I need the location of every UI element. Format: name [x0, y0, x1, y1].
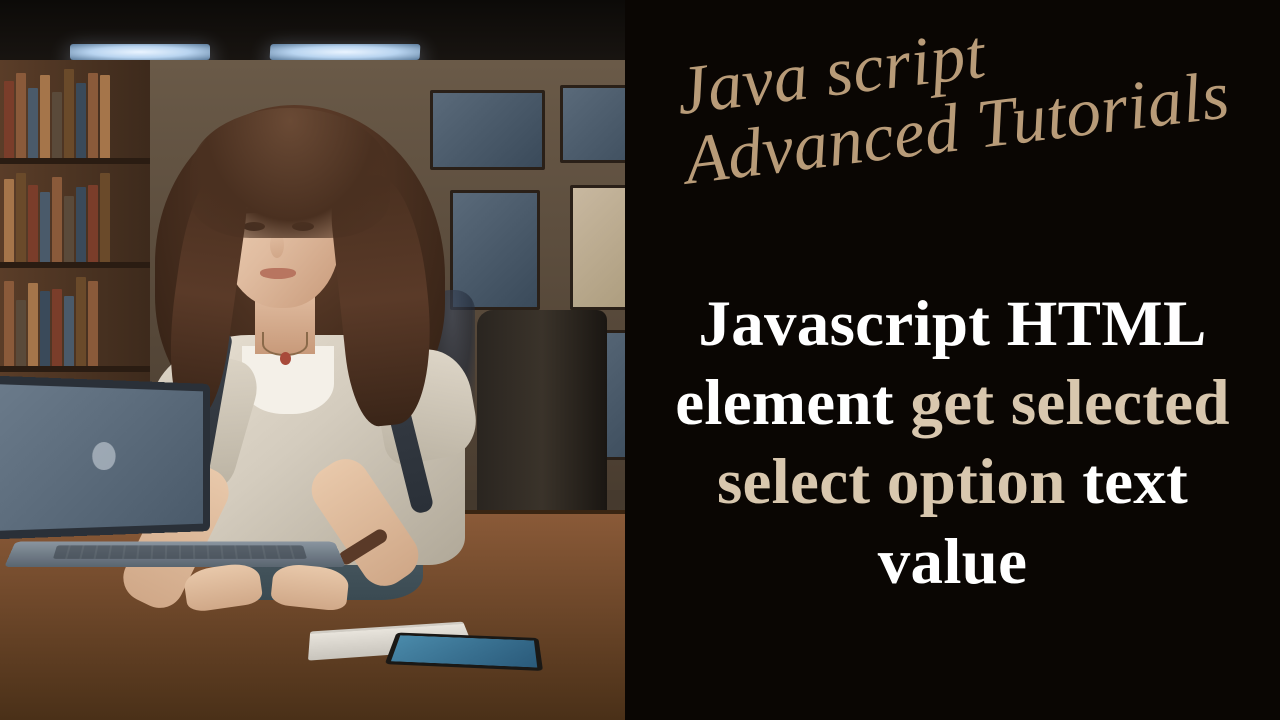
ceiling-light [270, 44, 421, 60]
series-title: Java script Advanced Tutorials [672, 0, 1250, 196]
apple-logo-icon [92, 442, 115, 470]
hair [190, 108, 390, 238]
wall-frame [560, 85, 625, 163]
thumbnail-illustration [0, 0, 625, 720]
wall-frame [570, 185, 625, 310]
ceiling-light [70, 44, 210, 60]
pendant [280, 352, 291, 365]
title-panel: Java script Advanced Tutorials Javascrip… [625, 0, 1280, 720]
video-title: Javascript HTML element get selected sel… [659, 285, 1246, 602]
laptop-keyboard [53, 545, 307, 558]
wall-frame [430, 90, 545, 170]
